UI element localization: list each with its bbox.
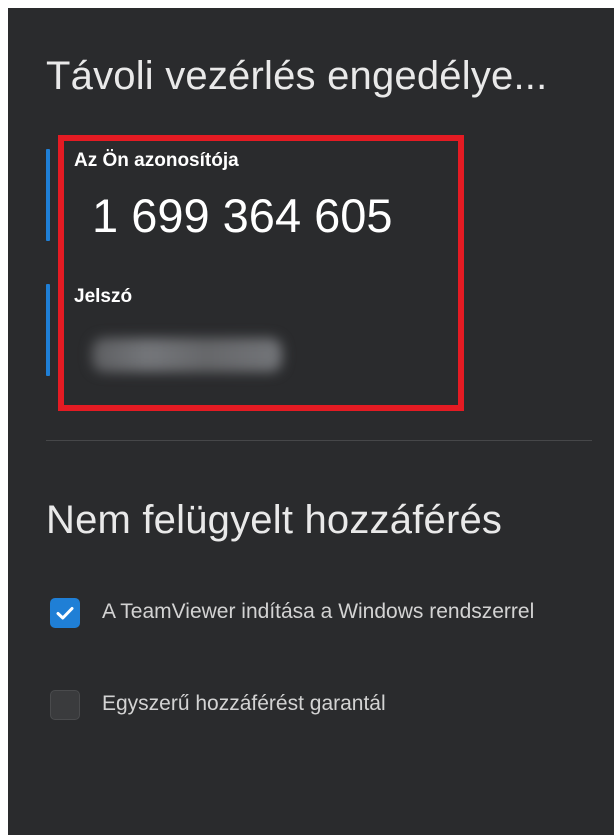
easy-access-checkbox[interactable] bbox=[50, 690, 80, 720]
highlight-annotation-box bbox=[58, 135, 464, 411]
remote-control-title: Távoli vezérlés engedélye... bbox=[46, 54, 548, 98]
easy-access-option[interactable]: Egyszerű hozzáférést garantál bbox=[50, 688, 542, 720]
password-accent-bar bbox=[46, 284, 50, 376]
id-accent-bar bbox=[46, 149, 50, 241]
start-with-windows-checkbox[interactable] bbox=[50, 598, 80, 628]
teamviewer-panel: Távoli vezérlés engedélye... Az Ön azono… bbox=[8, 8, 614, 835]
checkmark-icon bbox=[56, 607, 74, 620]
start-with-windows-label: A TeamViewer indítása a Windows rendszer… bbox=[102, 600, 535, 623]
start-with-windows-option[interactable]: A TeamViewer indítása a Windows rendszer… bbox=[50, 596, 542, 628]
unattended-access-title: Nem felügyelt hozzáférés bbox=[46, 498, 503, 542]
easy-access-label: Egyszerű hozzáférést garantál bbox=[102, 692, 386, 715]
section-divider bbox=[46, 440, 592, 441]
